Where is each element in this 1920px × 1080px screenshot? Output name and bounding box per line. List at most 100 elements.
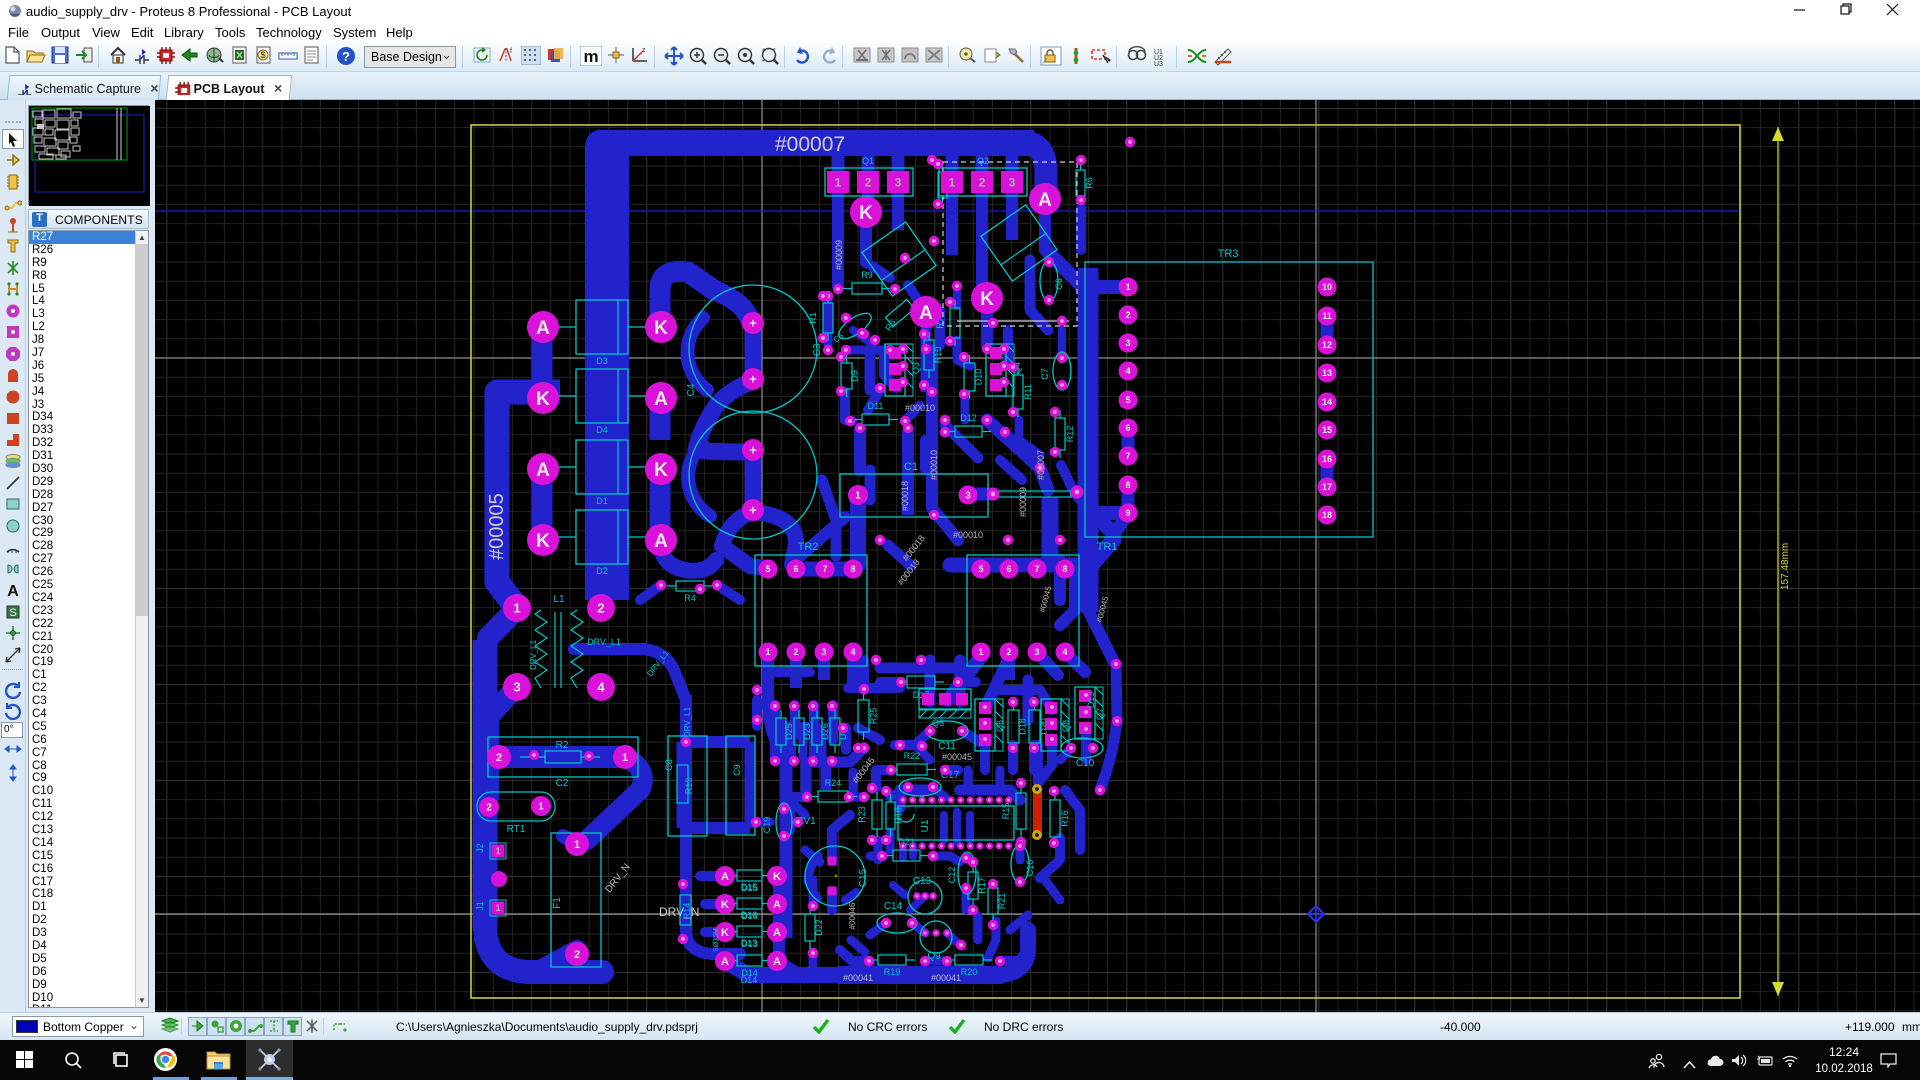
svg-text:R12: R12 [1065, 426, 1075, 443]
svg-text:7: 7 [1034, 564, 1039, 574]
svg-text:D16: D16 [741, 910, 758, 920]
svg-text:7: 7 [822, 564, 827, 574]
svg-text:1: 1 [765, 647, 770, 657]
svg-text:+: + [749, 372, 757, 387]
svg-text:3: 3 [821, 647, 826, 657]
svg-text:Q2: Q2 [977, 156, 989, 166]
svg-text:3: 3 [1009, 175, 1016, 189]
svg-text:A: A [919, 303, 933, 324]
svg-text:A: A [536, 460, 550, 481]
svg-text:1: 1 [978, 647, 983, 657]
svg-text:#00041: #00041 [843, 973, 873, 983]
svg-text:A: A [773, 899, 781, 911]
svg-text:K: K [721, 927, 729, 939]
svg-text:4: 4 [597, 680, 605, 695]
svg-text:5: 5 [765, 564, 770, 574]
svg-text:D11: D11 [868, 401, 884, 411]
svg-text:16: 16 [1322, 454, 1332, 464]
svg-text:#00007: #00007 [775, 133, 845, 156]
svg-text:R25: R25 [869, 708, 879, 725]
svg-text:C9: C9 [732, 764, 742, 776]
svg-text:+: + [749, 503, 757, 518]
svg-text:TR1: TR1 [1097, 541, 1118, 553]
svg-text:1: 1 [495, 903, 500, 913]
svg-text:R4: R4 [684, 593, 696, 603]
svg-text:#00005: #00005 [486, 493, 508, 560]
svg-text:SØ35M: SØ35M [713, 928, 720, 952]
svg-text:D10: D10 [974, 369, 984, 386]
svg-text:C2: C2 [556, 778, 569, 789]
svg-text:R23: R23 [857, 806, 867, 823]
svg-text:#00010: #00010 [929, 450, 939, 480]
svg-text:1: 1 [1125, 282, 1130, 292]
svg-text:1: 1 [495, 846, 500, 856]
svg-text:C3: C3 [812, 343, 823, 356]
svg-text:C13: C13 [913, 876, 932, 887]
svg-text:?: ? [342, 49, 350, 64]
svg-text:C14: C14 [884, 901, 903, 912]
svg-text:6: 6 [1125, 423, 1130, 433]
svg-text:Q3: Q3 [911, 362, 921, 374]
svg-text:1: 1 [538, 802, 544, 813]
svg-text:C16: C16 [1025, 860, 1035, 877]
svg-text:#00009: #00009 [834, 240, 844, 270]
svg-text:R1: R1 [808, 312, 818, 324]
svg-text:U1: U1 [920, 819, 931, 832]
svg-text:DRV_L1: DRV_L1 [587, 637, 621, 647]
svg-text:R22: R22 [904, 751, 921, 761]
svg-text:R10: R10 [933, 347, 943, 364]
svg-text:17: 17 [1322, 482, 1332, 492]
svg-text:11: 11 [1322, 311, 1332, 321]
svg-text:#00041: #00041 [931, 973, 961, 983]
svg-text:R16: R16 [1060, 810, 1070, 827]
svg-text:J1: J1 [475, 901, 485, 911]
svg-text:R17: R17 [977, 877, 987, 894]
svg-text:A: A [536, 318, 550, 339]
svg-text:4: 4 [1125, 366, 1130, 376]
svg-text:A: A [773, 956, 781, 968]
svg-text:D13: D13 [741, 938, 758, 948]
svg-text:157.48mm: 157.48mm [1780, 543, 1791, 590]
svg-text:4: 4 [1062, 647, 1067, 657]
svg-text:R9: R9 [861, 270, 873, 280]
svg-text:TR3: TR3 [1218, 248, 1239, 260]
svg-text:R21: R21 [997, 893, 1007, 910]
svg-text:3: 3 [1034, 647, 1039, 657]
svg-text:2: 2 [793, 647, 798, 657]
svg-text:5: 5 [978, 564, 983, 574]
svg-text:DRV_L1: DRV_L1 [683, 706, 692, 737]
svg-text:R24: R24 [825, 778, 842, 788]
svg-text:RT1: RT1 [507, 824, 526, 835]
svg-text:Q6: Q6 [995, 720, 1005, 732]
svg-text:A: A [1038, 190, 1052, 211]
svg-text:D12: D12 [960, 413, 977, 423]
svg-text:K: K [654, 460, 668, 481]
svg-text:A: A [773, 927, 781, 939]
svg-text:A: A [654, 389, 668, 410]
svg-text:8: 8 [1125, 480, 1130, 490]
svg-text:K: K [980, 289, 994, 310]
svg-text:2: 2 [1006, 647, 1011, 657]
svg-text:1: 1 [949, 175, 956, 189]
svg-text:C1: C1 [904, 461, 918, 473]
svg-text:D18: D18 [1018, 718, 1028, 735]
svg-text:F1: F1 [552, 897, 563, 909]
svg-text:1: 1 [574, 839, 580, 851]
svg-text:J2: J2 [475, 843, 485, 853]
svg-text:18: 18 [1322, 510, 1332, 520]
svg-text:D1: D1 [596, 496, 608, 506]
svg-text:R15: R15 [1001, 803, 1011, 820]
svg-text:U3: U3 [1154, 61, 1163, 66]
svg-text:m: m [583, 47, 598, 66]
svg-text:R11: R11 [1023, 384, 1033, 400]
svg-text:2: 2 [865, 175, 872, 189]
svg-text:D15: D15 [741, 882, 758, 892]
svg-text:C10: C10 [1076, 758, 1095, 769]
svg-text:A: A [7, 583, 19, 599]
svg-text:#00010: #00010 [905, 403, 935, 413]
svg-text:C6: C6 [1054, 278, 1064, 290]
svg-text:C15: C15 [858, 868, 869, 887]
svg-text:z: z [642, 47, 646, 54]
svg-text:f: f [510, 48, 512, 55]
svg-text:5: 5 [1125, 395, 1130, 405]
